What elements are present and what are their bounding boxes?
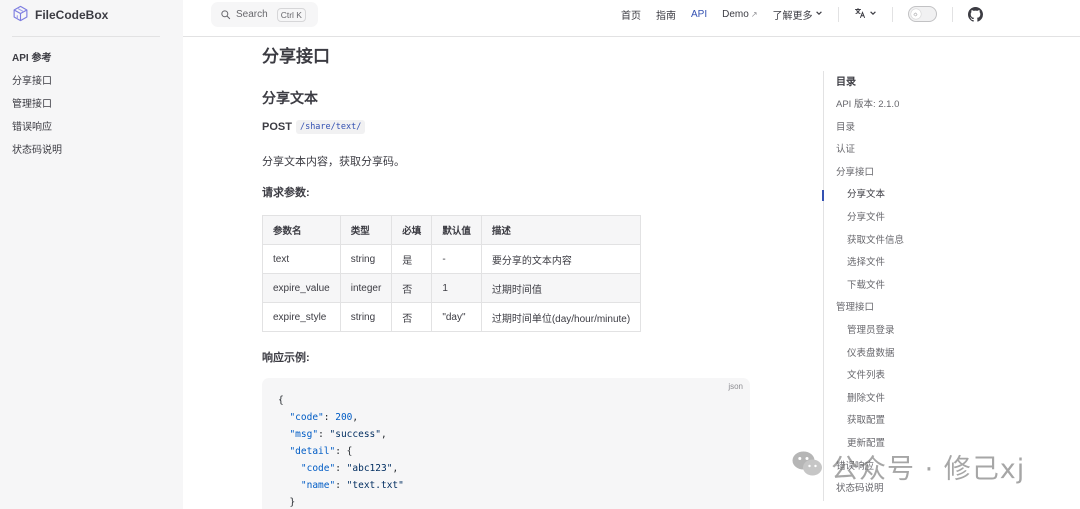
main-nav: 首页 指南 API Demo ↗ 了解更多 ☼ <box>621 0 983 28</box>
nav-more-dropdown[interactable]: 了解更多 <box>773 7 823 22</box>
outline-item-get-config[interactable]: 获取配置 <box>824 410 1063 433</box>
sidebar-nav: API 参考 分享接口 管理接口 错误响应 状态码说明 <box>12 47 62 162</box>
watermark: 公众号 · 修己xj <box>791 446 1025 486</box>
nav-divider <box>891 6 893 22</box>
outline-item-download-file[interactable]: 下载文件 <box>824 275 1063 298</box>
github-link[interactable] <box>967 6 983 22</box>
params-heading: 请求参数: <box>262 187 310 199</box>
nav-home[interactable]: 首页 <box>621 7 641 22</box>
nav-guide[interactable]: 指南 <box>656 7 676 22</box>
sun-icon: ☼ <box>910 9 921 19</box>
translate-icon <box>854 7 866 22</box>
outline-item-delete-file[interactable]: 删除文件 <box>824 388 1063 411</box>
http-method: POST <box>262 121 292 133</box>
table-cell: expire_value <box>262 273 341 303</box>
sidebar-item-admin-api[interactable]: 管理接口 <box>12 93 62 116</box>
table-cell: 1 <box>431 273 482 303</box>
table-header: 类型 <box>339 215 393 245</box>
outline-item-share-api[interactable]: 分享接口 <box>824 162 1063 185</box>
outline-item-share-text[interactable]: 分享文本 <box>822 184 1063 207</box>
params-table: 参数名 类型 必填 默认值 描述 text string 是 - 要分享的文本内… <box>262 215 642 332</box>
table-cell: integer <box>339 273 393 303</box>
outline-title: 目录 <box>836 77 856 88</box>
outline-item-share-file[interactable]: 分享文件 <box>824 207 1063 230</box>
endpoint-description: 分享文本内容，获取分享码。 <box>262 156 405 168</box>
code-content: { "code": 200, "msg": "success", "detail… <box>278 392 404 509</box>
sidebar-item-share-api[interactable]: 分享接口 <box>12 70 62 93</box>
watermark-text: 公众号 · 修己xj <box>831 453 1026 485</box>
table-header: 参数名 <box>262 215 341 245</box>
outline-item-api-version[interactable]: API 版本: 2.1.0 <box>824 94 1063 117</box>
response-heading: 响应示例: <box>262 352 310 364</box>
table-header: 描述 <box>480 215 642 245</box>
table-cell: 否 <box>391 273 433 303</box>
search-shortcut: Ctrl K <box>276 7 306 22</box>
theme-toggle[interactable]: ☼ <box>907 6 937 22</box>
brand-divider <box>12 36 160 37</box>
subsection-heading: 分享文本 <box>262 90 318 106</box>
code-line: "code": "abc123", <box>300 463 399 474</box>
table-row: expire_value integer 否 1 过期时间值 <box>262 273 642 303</box>
left-sidebar: FileCodeBox API 参考 分享接口 管理接口 错误响应 状态码说明 <box>0 0 183 509</box>
endpoint-line: POST /share/text/ <box>262 120 366 134</box>
search-label: Search <box>236 9 268 20</box>
outline-item-toc[interactable]: 目录 <box>824 117 1063 140</box>
code-line: "msg": "success", <box>289 429 387 440</box>
chevron-down-icon <box>869 9 877 20</box>
table-cell: string <box>339 302 393 332</box>
cube-logo-icon <box>12 5 29 26</box>
page-outline: 目录 API 版本: 2.1.0 目录 认证 分享接口 分享文本 分享文件 获取… <box>822 71 1063 501</box>
code-block: json { "code": 200, "msg": "success", "d… <box>262 378 750 509</box>
nav-api[interactable]: API <box>691 9 707 20</box>
table-cell: - <box>431 244 482 274</box>
table-cell: 过期时间单位(day/hour/minute) <box>480 302 642 332</box>
outline-item-get-file-info[interactable]: 获取文件信息 <box>824 230 1063 253</box>
table-header: 默认值 <box>431 215 482 245</box>
outline-item-admin-login[interactable]: 管理员登录 <box>824 320 1063 343</box>
nav-demo-label: Demo <box>722 8 749 20</box>
outline-item-auth[interactable]: 认证 <box>824 139 1063 162</box>
github-icon <box>967 6 983 22</box>
nav-divider <box>951 6 953 22</box>
chevron-down-icon <box>815 9 823 19</box>
outline-item-file-list[interactable]: 文件列表 <box>824 365 1063 388</box>
endpoint-path: /share/text/ <box>295 120 366 134</box>
table-header: 必填 <box>391 215 433 245</box>
code-line: } <box>278 497 296 508</box>
language-switcher[interactable] <box>854 7 877 22</box>
table-cell: 否 <box>391 302 433 332</box>
wechat-icon <box>791 449 823 483</box>
top-navbar: Search Ctrl K 首页 指南 API Demo ↗ 了解更多 ☼ <box>183 0 1080 37</box>
table-cell: string <box>339 244 393 274</box>
brand-link[interactable]: FileCodeBox <box>12 5 108 25</box>
sidebar-item-status-codes[interactable]: 状态码说明 <box>12 139 62 162</box>
code-line: { <box>278 395 284 406</box>
nav-divider <box>837 6 839 22</box>
code-line: "detail": { <box>289 446 353 457</box>
outline-item-dashboard[interactable]: 仪表盘数据 <box>824 343 1063 366</box>
table-row: text string 是 - 要分享的文本内容 <box>262 244 642 274</box>
table-cell: 是 <box>391 244 433 274</box>
table-cell: 过期时间值 <box>480 273 642 303</box>
search-icon <box>220 5 231 24</box>
table-cell: expire_style <box>262 302 341 332</box>
outline-item-admin-api[interactable]: 管理接口 <box>824 297 1063 320</box>
table-cell: "day" <box>431 302 482 332</box>
sidebar-group-api-reference: API 参考 <box>12 53 52 64</box>
section-heading: 分享接口 <box>262 47 330 66</box>
code-line: "name": "text.txt" <box>300 480 404 491</box>
code-language-label: json <box>728 382 743 391</box>
outline-item-select-file[interactable]: 选择文件 <box>824 252 1063 275</box>
sidebar-item-error-response[interactable]: 错误响应 <box>12 116 62 139</box>
table-row: expire_style string 否 "day" 过期时间单位(day/h… <box>262 302 642 332</box>
code-line: "code": 200, <box>289 412 359 423</box>
nav-demo[interactable]: Demo ↗ <box>722 9 757 20</box>
external-link-icon: ↗ <box>750 9 758 19</box>
table-cell: text <box>262 244 341 274</box>
table-header-row: 参数名 类型 必填 默认值 描述 <box>262 215 642 245</box>
nav-more-label: 了解更多 <box>772 10 813 22</box>
table-cell: 要分享的文本内容 <box>480 244 642 274</box>
brand-name: FileCodeBox <box>35 8 109 22</box>
search-button[interactable]: Search Ctrl K <box>211 2 318 27</box>
